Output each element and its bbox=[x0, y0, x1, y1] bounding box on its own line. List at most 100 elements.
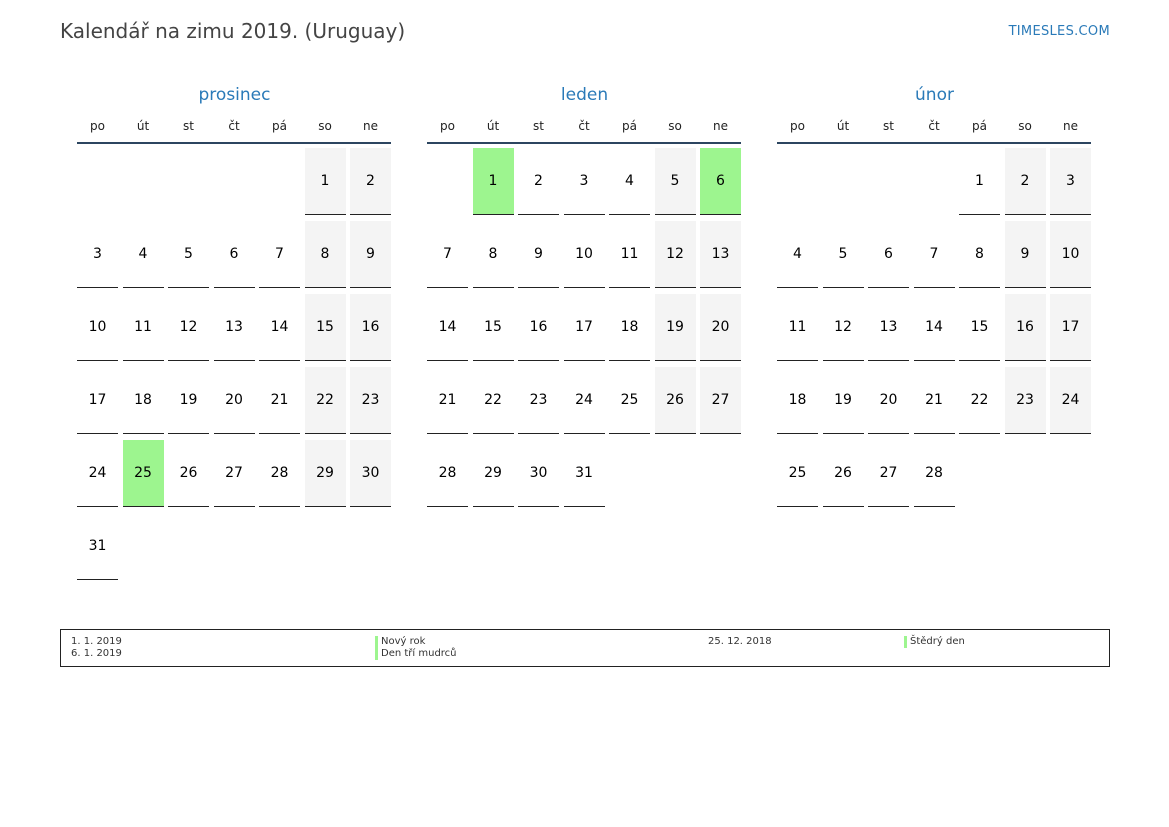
day-cell: 10 bbox=[77, 294, 118, 361]
day-cell: 18 bbox=[122, 367, 164, 434]
month-name: únor bbox=[915, 85, 954, 105]
weekday-header: po út st čt pá so ne bbox=[427, 118, 741, 144]
day-cell: 8 bbox=[304, 221, 346, 288]
legend-holiday: Štědrý den bbox=[904, 636, 965, 648]
day-cell: 14 bbox=[427, 294, 468, 361]
day-cell: 16 bbox=[350, 294, 391, 361]
weekday-label: st bbox=[883, 119, 894, 133]
day-cell: 12 bbox=[654, 221, 696, 288]
weekday-label: so bbox=[1018, 119, 1032, 133]
weekday-label: ne bbox=[1063, 119, 1078, 133]
weekday-label: po bbox=[440, 119, 455, 133]
day-cell: 6 bbox=[868, 221, 909, 288]
weekday-label: út bbox=[136, 119, 150, 133]
weekday-label: čt bbox=[928, 119, 940, 133]
day-cell: 9 bbox=[350, 221, 391, 288]
day-cell: 11 bbox=[777, 294, 818, 361]
day-cell: 25 bbox=[609, 367, 650, 434]
day-cell: 24 bbox=[77, 440, 118, 507]
day-cell: 22 bbox=[304, 367, 346, 434]
weekday-label: čt bbox=[578, 119, 590, 133]
weekday-label: pá bbox=[972, 119, 987, 133]
day-cell: 13 bbox=[868, 294, 909, 361]
day-cell: 15 bbox=[304, 294, 346, 361]
day-cell: 24 bbox=[563, 367, 605, 434]
day-cell: 7 bbox=[259, 221, 300, 288]
day-cell: 2 bbox=[350, 148, 391, 215]
day-cell: 12 bbox=[822, 294, 864, 361]
day-cell: 10 bbox=[563, 221, 605, 288]
day-cell: 19 bbox=[654, 294, 696, 361]
day-cell: 17 bbox=[1050, 294, 1091, 361]
legend-holiday: Den tří mudrců bbox=[375, 648, 457, 660]
day-cell: 23 bbox=[518, 367, 559, 434]
day-cell: 8 bbox=[959, 221, 1000, 288]
page-title: Kalendář na zimu 2019. (Uruguay) bbox=[60, 19, 406, 43]
day-cell: 6 bbox=[213, 221, 255, 288]
day-cell: 14 bbox=[913, 294, 955, 361]
weekday-label: so bbox=[318, 119, 332, 133]
day-cell: 13 bbox=[700, 221, 741, 288]
weekday-label: po bbox=[90, 119, 105, 133]
day-cell: 28 bbox=[913, 440, 955, 507]
weekday-header: po út st čt pá so ne bbox=[77, 118, 391, 144]
day-cell: 11 bbox=[609, 221, 650, 288]
weekday-label: pá bbox=[622, 119, 637, 133]
day-cell: 21 bbox=[259, 367, 300, 434]
day-cell: 8 bbox=[472, 221, 514, 288]
day-cell: 12 bbox=[168, 294, 209, 361]
legend-date: 6. 1. 2019 bbox=[71, 648, 122, 659]
day-cell: 5 bbox=[654, 148, 696, 215]
day-cell: 1 bbox=[472, 148, 514, 215]
day-cell: 4 bbox=[609, 148, 650, 215]
weekday-label: st bbox=[183, 119, 194, 133]
day-cell: 23 bbox=[1004, 367, 1046, 434]
day-cell: 4 bbox=[777, 221, 818, 288]
day-cell: 17 bbox=[563, 294, 605, 361]
weekday-label: st bbox=[533, 119, 544, 133]
day-cell: 5 bbox=[168, 221, 209, 288]
day-cell: 5 bbox=[822, 221, 864, 288]
day-cell: 22 bbox=[472, 367, 514, 434]
legend-date: 1. 1. 2019 bbox=[71, 636, 122, 647]
weekday-header: po út st čt pá so ne bbox=[777, 118, 1091, 144]
day-cell: 15 bbox=[472, 294, 514, 361]
weekday-label: út bbox=[836, 119, 850, 133]
day-cell: 19 bbox=[168, 367, 209, 434]
site-link[interactable]: TIMESLES.COM bbox=[1009, 24, 1110, 39]
day-cell: 31 bbox=[77, 513, 118, 580]
day-cell: 1 bbox=[959, 148, 1000, 215]
day-cell: 3 bbox=[77, 221, 118, 288]
month-name: prosinec bbox=[198, 85, 271, 105]
holiday-legend: 1. 1. 2019 Nový rok 6. 1. 2019 Den tří m… bbox=[60, 629, 1110, 667]
day-cell: 26 bbox=[822, 440, 864, 507]
day-cell: 9 bbox=[1004, 221, 1046, 288]
day-cell: 14 bbox=[259, 294, 300, 361]
day-cell: 21 bbox=[913, 367, 955, 434]
day-cell: 13 bbox=[213, 294, 255, 361]
day-cell: 2 bbox=[1004, 148, 1046, 215]
weekday-label: čt bbox=[228, 119, 240, 133]
day-cell: 29 bbox=[472, 440, 514, 507]
day-cell: 26 bbox=[654, 367, 696, 434]
weekday-label: po bbox=[790, 119, 805, 133]
day-cell: 28 bbox=[427, 440, 468, 507]
day-cell: 25 bbox=[122, 440, 164, 507]
day-cell: 2 bbox=[518, 148, 559, 215]
month-2: leden po út st čt pá so ne 1 2 3 4 5 6 7 8 9 10 11 12 13 14 15… bbox=[427, 84, 742, 507]
weekday-label: ne bbox=[713, 119, 728, 133]
day-cell: 15 bbox=[959, 294, 1000, 361]
day-cell: 19 bbox=[822, 367, 864, 434]
day-cell: 3 bbox=[1050, 148, 1091, 215]
day-cell: 31 bbox=[563, 440, 605, 507]
day-cell: 20 bbox=[213, 367, 255, 434]
day-cell: 16 bbox=[1004, 294, 1046, 361]
day-cell: 27 bbox=[868, 440, 909, 507]
weekday-label: pá bbox=[272, 119, 287, 133]
day-cell: 10 bbox=[1050, 221, 1091, 288]
day-cell: 16 bbox=[518, 294, 559, 361]
day-cell: 3 bbox=[563, 148, 605, 215]
day-cell: 24 bbox=[1050, 367, 1091, 434]
day-cell: 25 bbox=[777, 440, 818, 507]
day-cell: 6 bbox=[700, 148, 741, 215]
